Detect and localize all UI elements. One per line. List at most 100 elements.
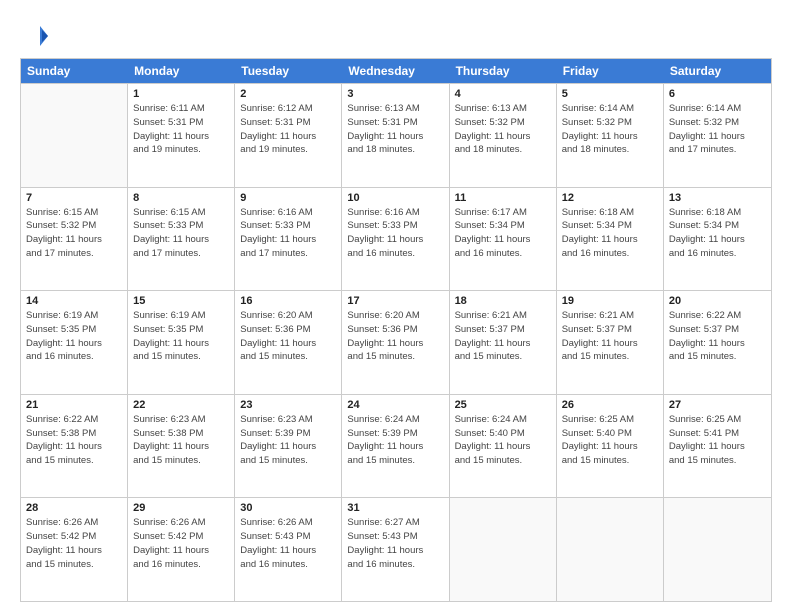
day-cell-7: 7 Sunrise: 6:15 AM Sunset: 5:32 PM Daylig… — [21, 188, 128, 291]
day-cell-28: 28 Sunrise: 6:26 AM Sunset: 5:42 PM Dayli… — [21, 498, 128, 601]
day-cell-14: 14 Sunrise: 6:19 AM Sunset: 5:35 PM Dayli… — [21, 291, 128, 394]
day-number: 27 — [669, 399, 766, 411]
day-number: 10 — [347, 192, 443, 204]
day-cell-23: 23 Sunrise: 6:23 AM Sunset: 5:39 PM Dayli… — [235, 395, 342, 498]
day-cell-22: 22Sunrise: 6:23 AM Sunset: 5:38 PM Dayli… — [128, 395, 235, 498]
day-cell-10: 10 Sunrise: 6:16 AM Sunset: 5:33 PM Dayli… — [342, 188, 449, 291]
day-info: Sunrise: 6:26 AM Sunset: 5:42 PM Dayligh… — [26, 516, 122, 571]
day-info: Sunrise: 6:15 AM Sunset: 5:32 PM Dayligh… — [26, 206, 122, 261]
day-cell-26: 26 Sunrise: 6:25 AM Sunset: 5:40 PM Dayli… — [557, 395, 664, 498]
day-number: 4 — [455, 88, 551, 100]
day-number: 29 — [133, 502, 229, 514]
day-info: Sunrise: 6:26 AM Sunset: 5:43 PM Dayligh… — [240, 516, 336, 571]
day-number: 15 — [133, 295, 229, 307]
day-info: Sunrise: 6:18 AM Sunset: 5:34 PM Dayligh… — [669, 206, 766, 261]
day-number: 1 — [133, 88, 229, 100]
day-cell-27: 27Sunrise: 6:25 AM Sunset: 5:41 PM Dayli… — [664, 395, 771, 498]
day-number: 20 — [669, 295, 766, 307]
day-number: 2 — [240, 88, 336, 100]
day-info: Sunrise: 6:15 AM Sunset: 5:33 PM Dayligh… — [133, 206, 229, 261]
day-number: 25 — [455, 399, 551, 411]
day-number: 22 — [133, 399, 229, 411]
calendar: SundayMondayTuesdayWednesdayThursdayFrid… — [20, 58, 772, 602]
day-number: 12 — [562, 192, 658, 204]
day-number: 16 — [240, 295, 336, 307]
day-info: Sunrise: 6:27 AM Sunset: 5:43 PM Dayligh… — [347, 516, 443, 571]
day-info: Sunrise: 6:22 AM Sunset: 5:37 PM Dayligh… — [669, 309, 766, 364]
day-number: 6 — [669, 88, 766, 100]
calendar-header: SundayMondayTuesdayWednesdayThursdayFrid… — [21, 59, 771, 83]
day-info: Sunrise: 6:19 AM Sunset: 5:35 PM Dayligh… — [133, 309, 229, 364]
day-cell-empty — [450, 498, 557, 601]
day-cell-4: 4Sunrise: 6:13 AM Sunset: 5:32 PM Daylig… — [450, 84, 557, 187]
day-number: 31 — [347, 502, 443, 514]
logo — [20, 22, 52, 50]
day-cell-1: 1 Sunrise: 6:11 AM Sunset: 5:31 PM Daylig… — [128, 84, 235, 187]
day-number: 24 — [347, 399, 443, 411]
header-day-thursday: Thursday — [450, 59, 557, 83]
day-number: 7 — [26, 192, 122, 204]
day-cell-18: 18 Sunrise: 6:21 AM Sunset: 5:37 PM Dayli… — [450, 291, 557, 394]
day-cell-16: 16Sunrise: 6:20 AM Sunset: 5:36 PM Dayli… — [235, 291, 342, 394]
week-row-2: 7 Sunrise: 6:15 AM Sunset: 5:32 PM Daylig… — [21, 187, 771, 291]
header-day-monday: Monday — [128, 59, 235, 83]
day-number: 19 — [562, 295, 658, 307]
day-number: 13 — [669, 192, 766, 204]
day-cell-9: 9 Sunrise: 6:16 AM Sunset: 5:33 PM Daylig… — [235, 188, 342, 291]
day-cell-empty — [664, 498, 771, 601]
day-cell-29: 29 Sunrise: 6:26 AM Sunset: 5:42 PM Dayli… — [128, 498, 235, 601]
day-info: Sunrise: 6:20 AM Sunset: 5:36 PM Dayligh… — [347, 309, 443, 364]
day-cell-5: 5Sunrise: 6:14 AM Sunset: 5:32 PM Daylig… — [557, 84, 664, 187]
header-day-friday: Friday — [557, 59, 664, 83]
day-cell-20: 20 Sunrise: 6:22 AM Sunset: 5:37 PM Dayli… — [664, 291, 771, 394]
day-info: Sunrise: 6:23 AM Sunset: 5:39 PM Dayligh… — [240, 413, 336, 468]
day-number: 11 — [455, 192, 551, 204]
day-info: Sunrise: 6:21 AM Sunset: 5:37 PM Dayligh… — [455, 309, 551, 364]
day-info: Sunrise: 6:18 AM Sunset: 5:34 PM Dayligh… — [562, 206, 658, 261]
day-number: 18 — [455, 295, 551, 307]
day-cell-12: 12 Sunrise: 6:18 AM Sunset: 5:34 PM Dayli… — [557, 188, 664, 291]
day-info: Sunrise: 6:14 AM Sunset: 5:32 PM Dayligh… — [562, 102, 658, 157]
day-number: 23 — [240, 399, 336, 411]
day-info: Sunrise: 6:16 AM Sunset: 5:33 PM Dayligh… — [347, 206, 443, 261]
calendar-body: 1 Sunrise: 6:11 AM Sunset: 5:31 PM Daylig… — [21, 83, 771, 601]
day-cell-19: 19Sunrise: 6:21 AM Sunset: 5:37 PM Dayli… — [557, 291, 664, 394]
day-info: Sunrise: 6:13 AM Sunset: 5:31 PM Dayligh… — [347, 102, 443, 157]
day-cell-21: 21Sunrise: 6:22 AM Sunset: 5:38 PM Dayli… — [21, 395, 128, 498]
day-info: Sunrise: 6:17 AM Sunset: 5:34 PM Dayligh… — [455, 206, 551, 261]
day-cell-15: 15 Sunrise: 6:19 AM Sunset: 5:35 PM Dayli… — [128, 291, 235, 394]
day-cell-2: 2Sunrise: 6:12 AM Sunset: 5:31 PM Daylig… — [235, 84, 342, 187]
day-info: Sunrise: 6:14 AM Sunset: 5:32 PM Dayligh… — [669, 102, 766, 157]
day-number: 26 — [562, 399, 658, 411]
header-day-sunday: Sunday — [21, 59, 128, 83]
day-number: 17 — [347, 295, 443, 307]
week-row-5: 28 Sunrise: 6:26 AM Sunset: 5:42 PM Dayli… — [21, 497, 771, 601]
day-cell-empty — [557, 498, 664, 601]
day-number: 30 — [240, 502, 336, 514]
day-info: Sunrise: 6:26 AM Sunset: 5:42 PM Dayligh… — [133, 516, 229, 571]
day-cell-6: 6 Sunrise: 6:14 AM Sunset: 5:32 PM Daylig… — [664, 84, 771, 187]
week-row-4: 21Sunrise: 6:22 AM Sunset: 5:38 PM Dayli… — [21, 394, 771, 498]
day-cell-31: 31 Sunrise: 6:27 AM Sunset: 5:43 PM Dayli… — [342, 498, 449, 601]
day-number: 8 — [133, 192, 229, 204]
week-row-1: 1 Sunrise: 6:11 AM Sunset: 5:31 PM Daylig… — [21, 83, 771, 187]
day-cell-24: 24Sunrise: 6:24 AM Sunset: 5:39 PM Dayli… — [342, 395, 449, 498]
day-cell-25: 25Sunrise: 6:24 AM Sunset: 5:40 PM Dayli… — [450, 395, 557, 498]
day-number: 14 — [26, 295, 122, 307]
day-number: 28 — [26, 502, 122, 514]
day-cell-3: 3Sunrise: 6:13 AM Sunset: 5:31 PM Daylig… — [342, 84, 449, 187]
day-info: Sunrise: 6:16 AM Sunset: 5:33 PM Dayligh… — [240, 206, 336, 261]
day-info: Sunrise: 6:25 AM Sunset: 5:40 PM Dayligh… — [562, 413, 658, 468]
day-info: Sunrise: 6:22 AM Sunset: 5:38 PM Dayligh… — [26, 413, 122, 468]
day-info: Sunrise: 6:19 AM Sunset: 5:35 PM Dayligh… — [26, 309, 122, 364]
day-cell-30: 30 Sunrise: 6:26 AM Sunset: 5:43 PM Dayli… — [235, 498, 342, 601]
page: SundayMondayTuesdayWednesdayThursdayFrid… — [0, 0, 792, 612]
day-cell-13: 13 Sunrise: 6:18 AM Sunset: 5:34 PM Dayli… — [664, 188, 771, 291]
day-cell-empty — [21, 84, 128, 187]
week-row-3: 14 Sunrise: 6:19 AM Sunset: 5:35 PM Dayli… — [21, 290, 771, 394]
day-cell-17: 17 Sunrise: 6:20 AM Sunset: 5:36 PM Dayli… — [342, 291, 449, 394]
logo-icon — [20, 22, 48, 50]
header-day-tuesday: Tuesday — [235, 59, 342, 83]
day-info: Sunrise: 6:11 AM Sunset: 5:31 PM Dayligh… — [133, 102, 229, 157]
day-number: 9 — [240, 192, 336, 204]
